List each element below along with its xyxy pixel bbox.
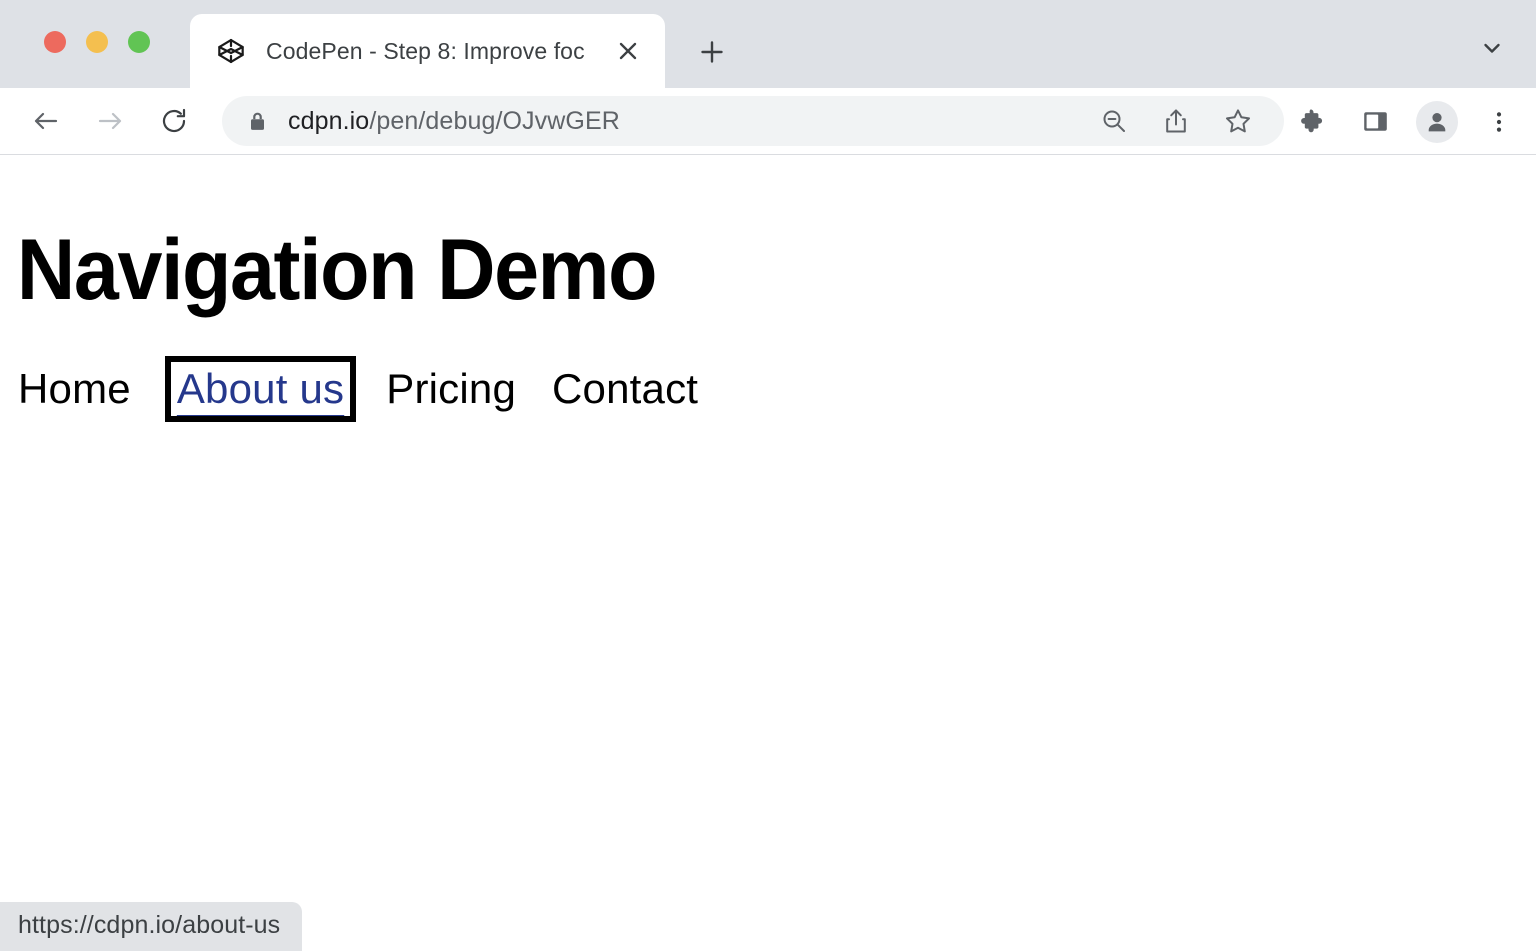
zoom-out-icon[interactable] [1094, 101, 1134, 141]
codepen-logo-icon [216, 36, 246, 66]
extensions-puzzle-icon[interactable] [1292, 101, 1334, 143]
nav-link-home[interactable]: Home [18, 368, 131, 410]
side-panel-icon[interactable] [1354, 101, 1396, 143]
nav-link-pricing[interactable]: Pricing [386, 368, 516, 410]
window-close-button[interactable] [44, 31, 66, 53]
browser-tab[interactable]: CodePen - Step 8: Improve foc [190, 14, 665, 88]
status-bar-url: https://cdpn.io/about-us [0, 902, 302, 951]
toolbar-right-icons [1292, 88, 1520, 155]
page-content: Navigation Demo Home About us Pricing Co… [0, 155, 1536, 410]
window-minimize-button[interactable] [86, 31, 108, 53]
page-title: Navigation Demo [0, 155, 1444, 313]
address-bar-host: cdpn.io [288, 107, 369, 135]
browser-toolbar: cdpn.io/pen/debug/OJvwGER [0, 88, 1536, 155]
address-bar-url: cdpn.io/pen/debug/OJvwGER [288, 107, 620, 136]
nav-link-about-us[interactable]: About us [177, 368, 344, 410]
chevron-down-icon[interactable] [1470, 26, 1514, 70]
site-navigation: Home About us Pricing Contact [0, 313, 1536, 410]
share-icon[interactable] [1156, 101, 1196, 141]
reload-icon[interactable] [152, 99, 196, 143]
lock-icon[interactable] [244, 108, 270, 134]
tab-strip: CodePen - Step 8: Improve foc [0, 0, 1536, 88]
address-bar-path: /pen/debug/OJvwGER [369, 107, 620, 135]
close-icon[interactable] [611, 34, 645, 68]
arrow-right-icon [88, 99, 132, 143]
window-maximize-button[interactable] [128, 31, 150, 53]
profile-avatar-icon[interactable] [1416, 101, 1458, 143]
more-menu-icon[interactable] [1478, 101, 1520, 143]
address-bar-actions [1094, 96, 1274, 146]
address-bar[interactable]: cdpn.io/pen/debug/OJvwGER [222, 96, 1284, 146]
page-viewport: Navigation Demo Home About us Pricing Co… [0, 155, 1536, 951]
bookmark-star-icon[interactable] [1218, 101, 1258, 141]
tab-title: CodePen - Step 8: Improve foc [266, 38, 665, 65]
arrow-left-icon[interactable] [24, 99, 68, 143]
traffic-lights [44, 31, 150, 53]
new-tab-button[interactable] [688, 28, 736, 76]
nav-link-contact[interactable]: Contact [552, 368, 698, 410]
browser-window: CodePen - Step 8: Improve foc [0, 0, 1536, 952]
